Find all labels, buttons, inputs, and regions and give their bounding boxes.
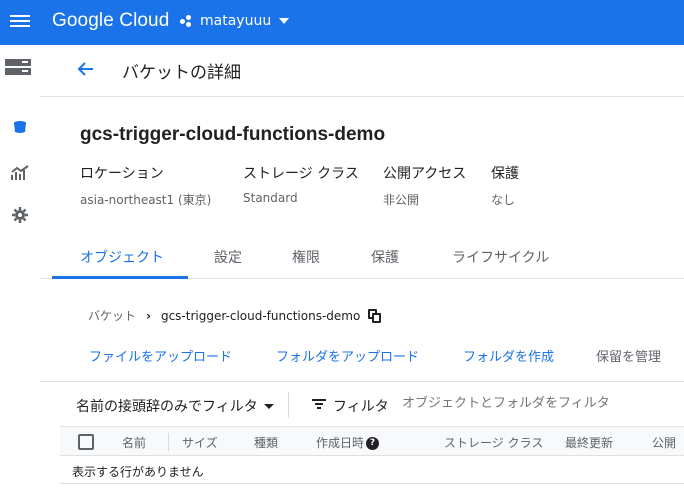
prefix-filter-select[interactable]: 名前の接頭辞のみでフィルタ	[76, 396, 274, 416]
back-arrow-icon[interactable]	[76, 59, 96, 79]
empty-table-message: 表示する行がありません	[60, 456, 684, 484]
side-rail	[0, 45, 40, 488]
column-type[interactable]: 種類	[254, 434, 278, 451]
monitoring-icon[interactable]	[10, 163, 30, 183]
settings-icon[interactable]	[10, 205, 30, 225]
meta-value: Standard	[243, 191, 298, 205]
storage-icon[interactable]	[4, 57, 32, 77]
chevron-down-icon	[263, 403, 274, 409]
select-all-checkbox[interactable]	[78, 434, 94, 450]
column-last-modified[interactable]: 最終更新	[565, 434, 613, 451]
upload-folder-button[interactable]: フォルダをアップロード	[276, 346, 419, 365]
meta-value: 非公開	[383, 193, 420, 207]
column-storage-class[interactable]: ストレージ クラス	[444, 434, 543, 451]
page-title: バケットの詳細	[122, 63, 241, 83]
filter-icon	[312, 399, 326, 409]
tab-protection[interactable]: 保護	[371, 247, 399, 267]
filter-input[interactable]	[402, 396, 672, 411]
meta-label: ストレージ クラス	[243, 166, 359, 182]
filter-label: フィルタ	[333, 399, 389, 415]
meta-label: 保護	[491, 166, 519, 182]
column-name[interactable]: 名前	[122, 434, 146, 451]
meta-protection: 保護 なし	[491, 163, 519, 208]
active-tab-indicator	[52, 276, 188, 279]
meta-public-access: 公開アクセス 非公開	[383, 163, 466, 208]
tab-settings[interactable]: 設定	[214, 247, 242, 267]
meta-location: ロケーション asia-northeast1 (東京)	[80, 163, 211, 208]
prefix-filter-label: 名前の接頭辞のみでフィルタ	[76, 399, 258, 415]
divider	[288, 392, 289, 418]
chevron-right-icon: ›	[146, 308, 151, 323]
tab-bar: オブジェクト 設定 権限 保護 ライフサイクル	[40, 235, 684, 279]
google-cloud-logo[interactable]: Google Cloud	[52, 10, 169, 32]
create-folder-button[interactable]: フォルダを作成	[463, 346, 554, 365]
top-app-bar: Google Cloud matayuuu	[0, 0, 684, 45]
meta-storage-class: ストレージ クラス Standard	[243, 163, 359, 205]
bucket-name: gcs-trigger-cloud-functions-demo	[80, 124, 386, 145]
manage-holds-button[interactable]: 保留を管理	[596, 346, 661, 365]
meta-value: asia-northeast1 (東京)	[80, 193, 212, 207]
help-icon[interactable]: ?	[366, 437, 380, 450]
column-created[interactable]: 作成日時?	[316, 434, 380, 451]
upload-files-button[interactable]: ファイルをアップロード	[89, 346, 232, 365]
column-size[interactable]: サイズ	[182, 434, 218, 451]
chevron-down-icon	[279, 18, 290, 24]
tab-permissions[interactable]: 権限	[292, 247, 320, 267]
column-created-label: 作成日時	[316, 436, 365, 450]
meta-label: 公開アクセス	[383, 166, 467, 182]
breadcrumb-current: gcs-trigger-cloud-functions-demo	[160, 308, 361, 323]
project-name: matayuuu	[200, 13, 272, 29]
bucket-icon[interactable]	[10, 117, 30, 137]
filter-bar: 名前の接頭辞のみでフィルタ フィルタ	[40, 381, 684, 427]
project-selector[interactable]: matayuuu	[180, 13, 290, 29]
tab-objects[interactable]: オブジェクト	[80, 247, 164, 267]
breadcrumb: バケット › gcs-trigger-cloud-functions-demo	[88, 307, 382, 324]
meta-label: ロケーション	[80, 166, 164, 182]
column-divider	[168, 433, 169, 451]
column-public[interactable]: 公開	[652, 434, 676, 451]
page-header: バケットの詳細	[40, 45, 684, 97]
meta-value: なし	[491, 193, 516, 207]
copy-icon[interactable]	[368, 308, 382, 323]
menu-icon[interactable]	[10, 12, 30, 32]
breadcrumb-root[interactable]: バケット	[88, 307, 136, 324]
tab-lifecycle[interactable]: ライフサイクル	[452, 247, 549, 267]
table-header: 名前 サイズ 種類 作成日時? ストレージ クラス 最終更新 公開	[60, 426, 684, 456]
project-icon	[180, 14, 194, 28]
main-content: バケットの詳細 gcs-trigger-cloud-functions-demo…	[40, 45, 684, 488]
